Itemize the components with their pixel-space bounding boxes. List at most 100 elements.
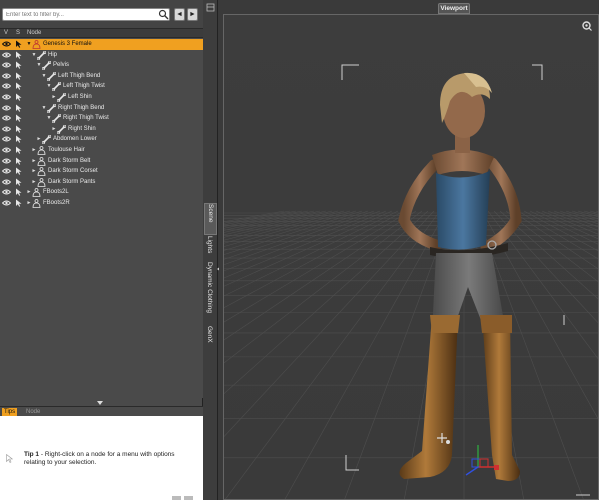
scroll-down-icon[interactable]: [97, 401, 103, 405]
tree-node[interactable]: ▼ Left Thigh Bend: [0, 71, 203, 82]
column-selectable[interactable]: S: [16, 30, 20, 36]
tree-node-label: Hip: [48, 51, 58, 58]
search-icon[interactable]: [158, 9, 169, 20]
tab-dynamic-clothing[interactable]: Dynamic Clothing: [204, 262, 217, 324]
tree-node-label: FBoots2L: [43, 189, 69, 196]
eye-icon[interactable]: [2, 126, 11, 132]
cursor-icon: [6, 454, 13, 463]
tab-dynamic-clothing-label: Dynamic Clothing: [206, 262, 213, 313]
tree-node[interactable]: ► Toulouse Hair: [0, 145, 203, 156]
tip-next-button[interactable]: [184, 496, 193, 500]
tree-node[interactable]: ► Dark Storm Belt: [0, 156, 203, 167]
eye-icon[interactable]: [2, 83, 11, 89]
tab-tips[interactable]: Tips: [2, 408, 18, 416]
side-tab-strip: Scene Lights Dynamic Clothing GenX: [203, 0, 218, 500]
tree-node-label: Dark Storm Belt: [48, 157, 91, 164]
eye-icon[interactable]: [2, 62, 11, 68]
viewport-3d[interactable]: [223, 14, 599, 500]
tab-genx[interactable]: GenX: [204, 326, 217, 350]
tab-scene[interactable]: Scene: [204, 203, 217, 235]
column-header: V S Node: [0, 28, 203, 38]
tree-node[interactable]: ► FBoots2L: [0, 187, 203, 198]
eye-icon[interactable]: [2, 200, 11, 206]
eye-icon[interactable]: [2, 115, 11, 121]
tree-node-label: Pelvis: [53, 62, 70, 69]
selectable-icon[interactable]: [15, 178, 23, 186]
figure-icon: [37, 167, 46, 177]
tree-node[interactable]: ▼ Right Thigh Twist: [0, 113, 203, 124]
eye-icon[interactable]: [2, 105, 11, 111]
selectable-icon[interactable]: [15, 51, 23, 59]
bone-icon: [52, 114, 61, 124]
bone-icon: [47, 103, 56, 113]
tab-scene-label: Scene: [207, 204, 214, 223]
selectable-icon[interactable]: [15, 114, 23, 122]
tree-node-label: Right Shin: [68, 125, 96, 132]
tree-node[interactable]: ▼ Genesis 3 Female: [0, 39, 203, 50]
selectable-icon[interactable]: [15, 125, 23, 133]
tree-node-label: Right Thigh Twist: [63, 115, 109, 122]
selectable-icon[interactable]: [15, 157, 23, 165]
scene-tree: ▼ Genesis 3 Female ▼ Hip ▼ Pelvis ▼ Left Thigh …: [0, 38, 203, 398]
daz-studio-window: ◄ ► V S Node ▼Genesis 3 Female▼Hip▼Pelvi…: [0, 0, 599, 500]
column-node[interactable]: Node: [27, 30, 41, 36]
figure-icon: [37, 146, 46, 155]
eye-icon[interactable]: [2, 136, 11, 142]
search-input[interactable]: [2, 8, 170, 21]
panel-options-icon[interactable]: [206, 3, 215, 12]
tree-node[interactable]: ► Left Shin: [0, 92, 203, 103]
tree-node[interactable]: ► Abdomen Lower: [0, 134, 203, 145]
selectable-icon[interactable]: [15, 40, 23, 48]
eye-icon[interactable]: [2, 147, 11, 153]
eye-icon[interactable]: [2, 94, 11, 100]
viewport-pane: Viewport: [219, 0, 599, 500]
selectable-icon[interactable]: [15, 146, 23, 154]
eye-icon[interactable]: [2, 41, 11, 47]
selectable-icon[interactable]: [15, 104, 23, 112]
eye-icon[interactable]: [2, 52, 11, 58]
bone-icon: [57, 93, 66, 102]
selectable-icon[interactable]: [15, 167, 23, 175]
previous-match-button[interactable]: ◄: [174, 8, 185, 21]
tree-node-label: Toulouse Hair: [48, 147, 85, 153]
search-bar: ◄ ►: [0, 0, 203, 28]
figure-icon: [37, 156, 46, 166]
next-match-button[interactable]: ►: [187, 8, 198, 21]
tab-viewport[interactable]: Viewport: [438, 3, 470, 14]
tab-lights[interactable]: Lights: [204, 236, 217, 260]
tree-node-label: Right Thigh Bend: [58, 104, 105, 111]
tree-node[interactable]: ► Dark Storm Corset: [0, 166, 203, 177]
figure-icon: [32, 188, 41, 198]
tip-text: Tip 1 - Right-click on a node for a menu…: [24, 451, 196, 467]
tree-node[interactable]: ► Right Shin: [0, 124, 203, 135]
bone-icon: [37, 50, 46, 60]
eye-icon[interactable]: [2, 158, 11, 164]
gear-icon[interactable]: [581, 20, 592, 31]
eye-icon[interactable]: [2, 73, 11, 79]
selectable-icon[interactable]: [15, 135, 23, 144]
selectable-icon[interactable]: [15, 72, 23, 80]
tree-node[interactable]: ▼ Pelvis: [0, 60, 203, 71]
selectable-icon[interactable]: [15, 188, 23, 197]
eye-icon[interactable]: [2, 168, 11, 174]
column-visible[interactable]: V: [4, 30, 8, 36]
figure-icon: [32, 40, 41, 49]
eye-icon[interactable]: [2, 179, 11, 185]
tree-node[interactable]: ► FBoots2R: [0, 198, 203, 209]
selectable-icon[interactable]: [15, 199, 23, 207]
tree-node[interactable]: ▼ Hip: [0, 50, 203, 61]
selectable-icon[interactable]: [15, 82, 23, 91]
viewport-scene[interactable]: [224, 15, 599, 500]
tree-node-label: Left Thigh Bend: [58, 72, 101, 79]
eye-icon[interactable]: [2, 189, 11, 195]
selectable-icon[interactable]: [15, 93, 23, 101]
tab-node[interactable]: Node: [24, 408, 42, 416]
tree-node[interactable]: ▼ Right Thigh Bend: [0, 103, 203, 114]
tree-node[interactable]: ▼ Left Thigh Twist: [0, 81, 203, 92]
figure-icon: [37, 177, 46, 187]
tree-node-label: FBoots2R: [43, 200, 70, 206]
tree-node[interactable]: ► Dark Storm Pants: [0, 177, 203, 188]
bone-icon: [57, 124, 66, 134]
tip-prev-button[interactable]: [172, 496, 181, 500]
selectable-icon[interactable]: [15, 61, 23, 69]
